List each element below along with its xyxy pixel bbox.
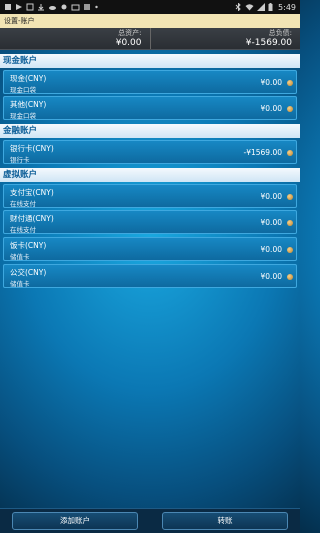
flower-icon bbox=[61, 4, 67, 10]
account-name: 财付通(CNY) bbox=[10, 214, 54, 223]
account-name: 饭卡(CNY) bbox=[10, 241, 47, 250]
total-liabilities: 总负债: ¥-1569.00 bbox=[151, 28, 301, 49]
account-type: 在线支付 bbox=[10, 200, 36, 208]
status-dot-icon bbox=[287, 80, 293, 86]
account-row-meal-card[interactable]: 饭卡(CNY) 储值卡 ¥0.00 bbox=[3, 237, 297, 261]
account-type: 银行卡 bbox=[10, 156, 30, 164]
bottom-toolbar: 添加账户 转账 bbox=[0, 508, 300, 533]
section-finance: 金融账户 bbox=[0, 124, 300, 138]
status-bar: 5:49 bbox=[0, 0, 300, 14]
account-row-bank-card[interactable]: 银行卡(CNY) 银行卡 -¥1569.00 bbox=[3, 140, 297, 164]
total-liabilities-value: ¥-1569.00 bbox=[245, 38, 292, 48]
account-row-cash[interactable]: 现金(CNY) 现金口袋 ¥0.00 bbox=[3, 70, 297, 94]
account-amount: ¥0.00 bbox=[260, 218, 282, 227]
account-row-other[interactable]: 其他(CNY) 现金口袋 ¥0.00 bbox=[3, 96, 297, 120]
account-name: 支付宝(CNY) bbox=[10, 188, 54, 197]
status-dot-icon bbox=[287, 274, 293, 280]
download-icon bbox=[38, 4, 44, 11]
status-notifications bbox=[4, 3, 99, 11]
account-name: 公交(CNY) bbox=[10, 268, 47, 277]
play-icon bbox=[16, 4, 22, 10]
bluetooth-icon bbox=[235, 3, 241, 11]
status-dot-icon bbox=[287, 106, 293, 112]
account-name: 银行卡(CNY) bbox=[10, 144, 54, 153]
account-type: 现金口袋 bbox=[10, 112, 36, 120]
account-type: 在线支付 bbox=[10, 226, 36, 234]
account-type: 储值卡 bbox=[10, 280, 30, 288]
account-amount: ¥0.00 bbox=[260, 78, 282, 87]
account-amount: -¥1569.00 bbox=[243, 148, 283, 157]
status-time: 5:49 bbox=[278, 2, 296, 12]
battery-icon bbox=[268, 3, 273, 11]
add-account-button[interactable]: 添加账户 bbox=[12, 512, 138, 530]
square-icon bbox=[26, 3, 34, 11]
status-dot-icon bbox=[287, 150, 293, 156]
page-title: 设置-账户 bbox=[0, 14, 300, 28]
cloud-icon bbox=[49, 6, 56, 10]
total-assets-label: 总资产: bbox=[118, 29, 142, 37]
status-system: 5:49 bbox=[235, 3, 296, 12]
total-liabilities-label: 总负债: bbox=[268, 29, 292, 37]
account-row-alipay[interactable]: 支付宝(CNY) 在线支付 ¥0.00 bbox=[3, 184, 297, 208]
status-dot-icon bbox=[287, 220, 293, 226]
dot-icon bbox=[95, 5, 98, 9]
total-assets-value: ¥0.00 bbox=[115, 38, 142, 48]
account-type: 现金口袋 bbox=[10, 86, 36, 94]
section-virtual: 虚拟账户 bbox=[0, 168, 300, 182]
account-amount: ¥0.00 bbox=[260, 192, 282, 201]
image-icon bbox=[84, 4, 90, 10]
transfer-button[interactable]: 转账 bbox=[162, 512, 288, 530]
account-amount: ¥0.00 bbox=[260, 245, 282, 254]
account-name: 其他(CNY) bbox=[10, 100, 47, 109]
account-name: 现金(CNY) bbox=[10, 74, 47, 83]
wifi-icon bbox=[245, 4, 254, 11]
account-type: 储值卡 bbox=[10, 253, 30, 261]
mail-icon bbox=[71, 4, 80, 11]
status-dot-icon bbox=[287, 194, 293, 200]
account-row-bus-card[interactable]: 公交(CNY) 储值卡 ¥0.00 bbox=[3, 264, 297, 288]
account-summary: 总资产: ¥0.00 总负债: ¥-1569.00 bbox=[0, 28, 300, 50]
section-cash: 现金账户 bbox=[0, 54, 300, 68]
status-dot-icon bbox=[287, 247, 293, 253]
total-assets: 总资产: ¥0.00 bbox=[0, 28, 151, 49]
notification-icon bbox=[5, 4, 11, 10]
signal-icon bbox=[257, 3, 266, 11]
account-amount: ¥0.00 bbox=[260, 272, 282, 281]
account-row-tenpay[interactable]: 财付通(CNY) 在线支付 ¥0.00 bbox=[3, 210, 297, 234]
account-amount: ¥0.00 bbox=[260, 104, 282, 113]
